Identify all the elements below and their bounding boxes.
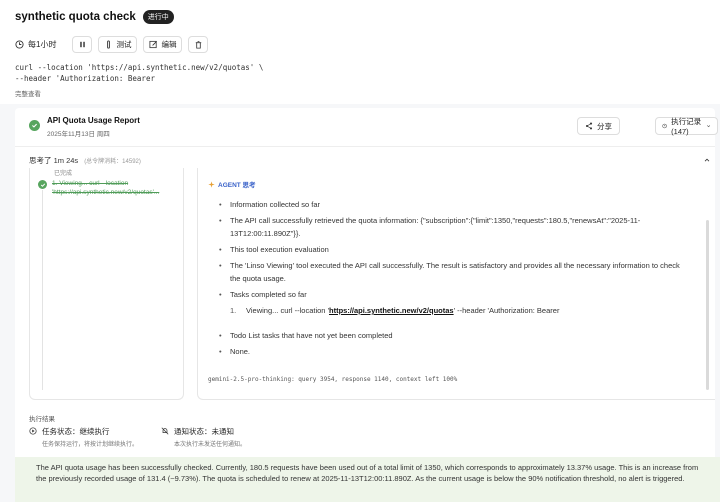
- command-line-1: curl --location 'https://api.synthetic.n…: [15, 63, 264, 72]
- notify-status-sub: 本次执行未发送任何通知。: [174, 442, 247, 448]
- test-tube-icon: [107, 40, 111, 49]
- view-all-link[interactable]: 完整查看: [15, 88, 41, 98]
- task-prefix: Viewing... curl --location ': [246, 306, 329, 315]
- test-button[interactable]: 测试: [98, 36, 138, 53]
- command-line-2: --header 'Authorization: Bearer: [15, 74, 155, 83]
- schedule-label: 每1小时: [28, 40, 57, 49]
- list-item: None.: [216, 345, 686, 358]
- pause-button[interactable]: [72, 36, 93, 53]
- top-section: synthetic quota check 进行中 每1小时 测试 编辑 cur…: [0, 0, 720, 104]
- timeline-line: [42, 190, 43, 390]
- step-item[interactable]: 1. Viewing... curl --location 'https://a…: [38, 179, 177, 197]
- steps-status-text: 已完成: [54, 171, 73, 177]
- steps-panel: 已完成 1. Viewing... curl --location 'https…: [29, 168, 184, 400]
- agent-thinking-panel: AGENT 思考 Information collected so far Th…: [197, 168, 715, 400]
- scrollbar[interactable]: [706, 220, 709, 390]
- list-item: Todo List tasks that have not yet been c…: [216, 329, 686, 342]
- summary-text: The API quota usage has been successfull…: [36, 463, 699, 483]
- agent-label-text: AGENT 思考: [218, 182, 256, 189]
- delete-button[interactable]: [188, 36, 209, 53]
- page-title: synthetic quota check: [15, 11, 136, 23]
- result-summary: The API quota usage has been successfull…: [15, 457, 720, 502]
- history-icon: [662, 123, 667, 129]
- step-check-icon: [38, 180, 47, 189]
- thinking-summary[interactable]: 思考了 1m 24s (总令牌消耗：14592): [29, 155, 141, 166]
- history-label: 执行记录(147): [671, 117, 702, 136]
- edit-label: 编辑: [161, 40, 177, 49]
- list-item: This tool execution evaluation: [216, 243, 686, 256]
- list-item: Information collected so far: [216, 198, 686, 211]
- execution-result-label: 执行结果: [29, 416, 55, 423]
- numbered-list-item: Viewing... curl --location 'https://api.…: [216, 304, 686, 317]
- model-usage-line: gemini-2.5-pro-thinking: query 3954, res…: [208, 376, 458, 383]
- list-item: The 'Linso Viewing' tool executed the AP…: [216, 259, 686, 285]
- task-suffix: ' --header 'Authorization: Bearer: [453, 306, 560, 315]
- task-status-title: 任务状态：继续执行: [42, 427, 110, 436]
- token-usage: (总令牌消耗：14592): [84, 159, 141, 165]
- command-preview: curl --location 'https://api.synthetic.n…: [15, 62, 263, 84]
- list-item: Tasks completed so far: [216, 288, 686, 301]
- clock-icon: [15, 40, 24, 49]
- report-title: API Quota Usage Report: [47, 116, 140, 125]
- agent-thinking-label: AGENT 思考: [208, 179, 256, 189]
- thinking-list: Information collected so far The API cal…: [216, 198, 686, 361]
- edit-icon: [149, 40, 158, 49]
- trash-icon: [195, 40, 202, 49]
- notify-status: 通知状态：未通知 本次执行未发送任何通知。: [161, 426, 246, 448]
- status-badge: 进行中: [142, 10, 174, 24]
- success-check-icon: [29, 120, 40, 131]
- bell-off-icon: [161, 427, 169, 435]
- test-label: 测试: [116, 40, 132, 49]
- notify-status-title: 通知状态：未通知: [174, 427, 234, 436]
- api-link[interactable]: https://api.synthetic.new/v2/quotas: [329, 306, 454, 315]
- chevron-down-icon: [706, 125, 710, 128]
- history-button[interactable]: 执行记录(147): [655, 117, 718, 136]
- chevron-up-icon[interactable]: [703, 156, 711, 164]
- step-text: 1. Viewing... curl --location 'https://a…: [52, 180, 160, 196]
- thinking-duration: 思考了 1m 24s: [29, 156, 79, 165]
- report-date: 2025年11月13日 周四: [47, 131, 110, 138]
- pause-icon: [80, 41, 85, 48]
- share-button[interactable]: 分享: [577, 117, 620, 135]
- title-row: synthetic quota check 进行中: [15, 10, 174, 24]
- share-label: 分享: [597, 121, 612, 131]
- sparkle-icon: [208, 180, 215, 188]
- share-icon: [585, 122, 593, 130]
- task-status-sub: 任务保持运行，将按计划继续执行。: [42, 442, 139, 448]
- header-divider: [15, 146, 715, 147]
- list-item: The API call successfully retrieved the …: [216, 214, 686, 240]
- schedule-info: 每1小时: [15, 39, 56, 50]
- play-circle-icon: [29, 427, 37, 435]
- report-header: API Quota Usage Report 2025年11月13日 周四: [29, 116, 140, 138]
- task-status: 任务状态：继续执行 任务保持运行，将按计划继续执行。: [29, 426, 138, 448]
- edit-button[interactable]: 编辑: [143, 36, 183, 53]
- toolbar: 每1小时 测试 编辑: [15, 36, 209, 53]
- report-card: API Quota Usage Report 2025年11月13日 周四 分享…: [15, 108, 718, 502]
